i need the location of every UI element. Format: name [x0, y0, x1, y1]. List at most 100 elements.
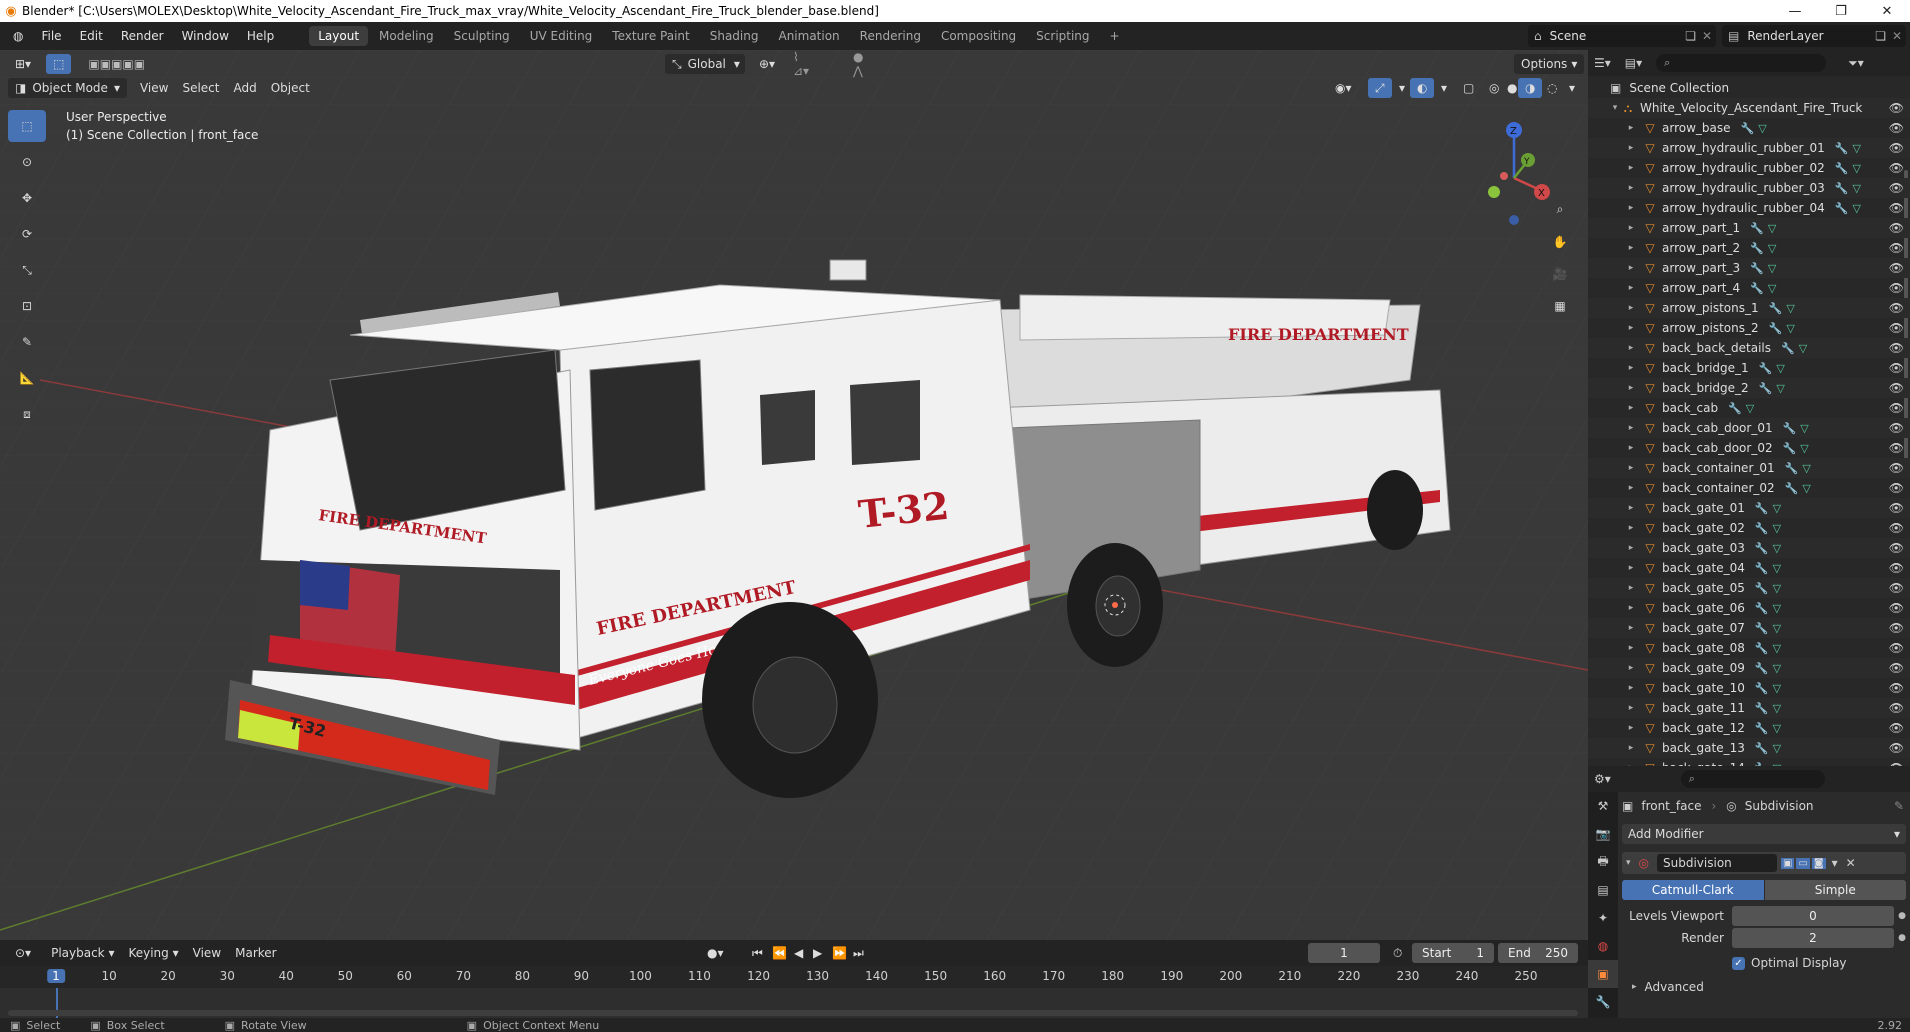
outliner-object-row[interactable]: ▸ ▽ arrow_hydraulic_rubber_02 🔧 ▽ 👁 — [1588, 158, 1910, 178]
expand-triangle-icon[interactable]: ▸ — [1626, 343, 1636, 353]
outliner-object-row[interactable]: ▸ ▽ back_gate_11 🔧 ▽ 👁 — [1588, 698, 1910, 718]
view-layer-selector[interactable]: ▤ RenderLayer ❏ ✕ — [1722, 25, 1906, 47]
visibility-eye-icon[interactable]: 👁 — [1889, 621, 1904, 635]
outliner-object-row[interactable]: ▸ ▽ back_gate_02 🔧 ▽ 👁 — [1588, 518, 1910, 538]
timeline-menu-playback[interactable]: Playback ▾ — [44, 943, 121, 963]
modifier-wrench-icon[interactable]: 🔧 — [1755, 582, 1769, 595]
visibility-eye-icon[interactable]: 👁 — [1889, 741, 1904, 755]
tab-rendering[interactable]: Rendering — [851, 26, 930, 46]
visibility-eye-icon[interactable]: 👁 — [1889, 681, 1904, 695]
modifier-wrench-icon[interactable]: 🔧 — [1755, 662, 1769, 675]
simple-button[interactable]: Simple — [1764, 880, 1906, 900]
outliner-object-row[interactable]: ▸ ▽ back_gate_03 🔧 ▽ 👁 — [1588, 538, 1910, 558]
visibility-eye-icon[interactable]: 👁 — [1889, 421, 1904, 435]
viewport-toggle-icon[interactable]: ▭ — [1796, 857, 1810, 869]
render-toggle-icon[interactable]: ◙ — [1811, 857, 1826, 869]
expand-triangle-icon[interactable]: ▸ — [1626, 263, 1636, 273]
expand-triangle-icon[interactable]: ▸ — [1626, 163, 1636, 173]
visibility-eye-icon[interactable]: 👁 — [1889, 401, 1904, 415]
select-box-tool-icon[interactable]: ⬚ — [8, 110, 46, 142]
modifier-menu-icon[interactable]: ▾ — [1832, 856, 1838, 870]
add-workspace-icon[interactable]: + — [1101, 26, 1129, 46]
annotate-tool-icon[interactable]: ✎ — [8, 326, 46, 358]
modifier-tab-icon[interactable]: 🔧 — [1588, 988, 1618, 1016]
delete-modifier-icon[interactable]: ✕ — [1846, 856, 1856, 870]
menu-render[interactable]: Render — [112, 22, 173, 50]
visibility-eye-icon[interactable]: 👁 — [1889, 161, 1904, 175]
expand-triangle-icon[interactable]: ▸ — [1626, 423, 1636, 433]
collapse-triangle-icon[interactable]: ▾ — [1626, 858, 1631, 868]
mesh-data-icon[interactable]: ▽ — [1802, 462, 1810, 475]
shading-dropdown-icon[interactable]: ▾ — [1562, 78, 1582, 98]
modifier-wrench-icon[interactable]: 🔧 — [1755, 622, 1769, 635]
mesh-data-icon[interactable]: ▽ — [1768, 262, 1776, 275]
outliner-object-row[interactable]: ▸ ▽ back_container_01 🔧 ▽ 👁 — [1588, 458, 1910, 478]
modifier-wrench-icon[interactable]: 🔧 — [1781, 342, 1795, 355]
visibility-eye-icon[interactable]: 👁 — [1889, 381, 1904, 395]
visibility-eye-icon[interactable]: 👁 — [1889, 501, 1904, 515]
scene-selector[interactable]: ⌂ Scene ❏ ✕ — [1528, 25, 1716, 47]
visibility-eye-icon[interactable]: 👁 — [1889, 721, 1904, 735]
delete-view-layer-icon[interactable]: ✕ — [1892, 29, 1902, 43]
visibility-eye-icon[interactable]: 👁 — [1889, 181, 1904, 195]
outliner-object-row[interactable]: ▸ ▽ back_gate_04 🔧 ▽ 👁 — [1588, 558, 1910, 578]
timeline-ruler[interactable]: 1 10 20 30 40 50 60 70 80 90 100 110 120 130 140 150 160… — [0, 966, 1588, 988]
expand-triangle-icon[interactable]: ▸ — [1626, 323, 1636, 333]
mesh-data-icon[interactable]: ▽ — [1786, 322, 1794, 335]
rotate-tool-icon[interactable]: ⟳ — [8, 218, 46, 250]
expand-triangle-icon[interactable]: ▸ — [1626, 223, 1636, 233]
tab-sculpting[interactable]: Sculpting — [445, 26, 519, 46]
modifier-wrench-icon[interactable]: 🔧 — [1835, 182, 1849, 195]
scene-tab-icon[interactable]: ✦ — [1588, 904, 1618, 932]
modifier-wrench-icon[interactable]: 🔧 — [1755, 742, 1769, 755]
expand-triangle-icon[interactable]: ▸ — [1626, 303, 1636, 313]
expand-triangle-icon[interactable]: ▸ — [1626, 583, 1636, 593]
mesh-data-icon[interactable]: ▽ — [1773, 582, 1781, 595]
new-view-layer-icon[interactable]: ❏ — [1875, 29, 1886, 43]
modifier-wrench-icon[interactable]: 🔧 — [1769, 322, 1783, 335]
visibility-eye-icon[interactable]: 👁 — [1889, 601, 1904, 615]
expand-triangle-icon[interactable]: ▸ — [1626, 723, 1636, 733]
modifier-wrench-icon[interactable]: 🔧 — [1755, 602, 1769, 615]
outliner-object-row[interactable]: ▸ ▽ arrow_hydraulic_rubber_03 🔧 ▽ 👁 — [1588, 178, 1910, 198]
levels-viewport-field[interactable]: 0 — [1732, 906, 1894, 926]
mesh-data-icon[interactable]: ▽ — [1773, 662, 1781, 675]
modifier-wrench-icon[interactable]: 🔧 — [1835, 142, 1849, 155]
measure-tool-icon[interactable]: 📐 — [8, 362, 46, 394]
transform-orientation-dropdown[interactable]: ⤡ Global ▾ — [665, 54, 745, 74]
modifier-wrench-icon[interactable]: 🔧 — [1783, 422, 1797, 435]
outliner-object-row[interactable]: ▸ ▽ arrow_part_3 🔧 ▽ 👁 — [1588, 258, 1910, 278]
transform-tool-icon[interactable]: ⊡ — [8, 290, 46, 322]
zoom-icon[interactable]: ⌕ — [1546, 195, 1574, 223]
outliner-object-row[interactable]: ▸ ▽ back_gate_07 🔧 ▽ 👁 — [1588, 618, 1910, 638]
expand-triangle-icon[interactable]: ▸ — [1626, 643, 1636, 653]
mode-dropdown[interactable]: ◨ Object Mode ▾ — [8, 78, 127, 98]
expand-triangle-icon[interactable]: ▸ — [1626, 603, 1636, 613]
visibility-eye-icon[interactable]: 👁 — [1889, 261, 1904, 275]
tab-texture-paint[interactable]: Texture Paint — [603, 26, 698, 46]
mesh-data-icon[interactable]: ▽ — [1768, 242, 1776, 255]
modifier-wrench-icon[interactable]: 🔧 — [1750, 262, 1764, 275]
add-modifier-dropdown[interactable]: Add Modifier ▾ — [1622, 824, 1906, 844]
mesh-data-icon[interactable]: ▽ — [1746, 402, 1754, 415]
properties-search-input[interactable]: ⌕ — [1680, 770, 1825, 788]
modifier-wrench-icon[interactable]: 🔧 — [1755, 642, 1769, 655]
menu-window[interactable]: Window — [173, 22, 238, 50]
view-layer-tab-icon[interactable]: ▤ — [1588, 876, 1618, 904]
editor-type-icon[interactable]: ⊞▾ — [8, 54, 38, 74]
modifier-name-field[interactable]: Subdivision — [1657, 854, 1778, 872]
modifier-wrench-icon[interactable]: 🔧 — [1755, 502, 1769, 515]
visibility-eye-icon[interactable]: 👁 — [1889, 321, 1904, 335]
outliner-object-row[interactable]: ▸ ▽ arrow_part_4 🔧 ▽ 👁 — [1588, 278, 1910, 298]
visibility-eye-icon[interactable]: 👁 — [1889, 241, 1904, 255]
viewport-menu-select[interactable]: Select — [175, 78, 226, 98]
expand-triangle-icon[interactable]: ▸ — [1626, 683, 1636, 693]
mesh-data-icon[interactable]: ▽ — [1776, 362, 1784, 375]
outliner-collection-row[interactable]: ▾ ⛬ White_Velocity_Ascendant_Fire_Truck … — [1588, 98, 1910, 118]
3d-viewport[interactable]: FIRE DEPARTMENT FIRE DEPARTMENT T-32 FIR… — [0, 50, 1588, 940]
outliner-object-row[interactable]: ▸ ▽ arrow_pistons_2 🔧 ▽ 👁 — [1588, 318, 1910, 338]
keyframe-dot-icon[interactable]: ● — [1894, 933, 1906, 943]
visibility-eye-icon[interactable]: 👁 — [1889, 661, 1904, 675]
outliner-object-row[interactable]: ▸ ▽ back_gate_09 🔧 ▽ 👁 — [1588, 658, 1910, 678]
mesh-data-icon[interactable]: ▽ — [1773, 502, 1781, 515]
